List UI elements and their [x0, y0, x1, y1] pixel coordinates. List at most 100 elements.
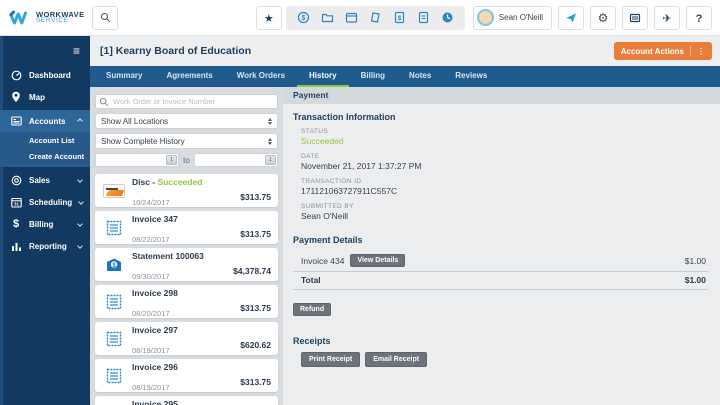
sidebar-item-label: Reporting [29, 241, 67, 251]
global-search-button[interactable] [92, 5, 118, 30]
sidebar-item-reporting[interactable]: Reporting [0, 235, 90, 257]
send-button[interactable] [558, 5, 584, 30]
page-title: [1] Kearny Board of Education [100, 45, 252, 57]
receipts-heading: Receipts [293, 336, 331, 346]
invoice-icon [103, 368, 125, 384]
history-filter-select[interactable]: Show Complete History [95, 133, 278, 149]
history-item-statement[interactable]: $ Statement 100063 09/30/2017 $4,378.74 [95, 248, 278, 281]
sidebar-item-sales[interactable]: Sales [0, 169, 90, 191]
invoice-icon [103, 294, 125, 310]
history-item-invoice[interactable]: Invoice 347 08/22/2017 $313.75 [95, 211, 278, 244]
date-to-input[interactable]: 1 [193, 153, 279, 167]
invoice-document-icon[interactable] [417, 11, 430, 24]
date-value: November 21, 2017 1:37:27 PM [301, 161, 422, 171]
status-value: Succeeded [301, 136, 344, 146]
history-item-title: Invoice 295 [132, 398, 178, 405]
history-item-invoice[interactable]: Invoice 297 08/19/2017 $620.62 [95, 322, 278, 355]
date-from-input[interactable]: 1 [95, 153, 180, 167]
sidebar-item-billing[interactable]: Billing [0, 213, 90, 235]
user-menu[interactable]: Sean O'Neill [472, 5, 552, 30]
payment-total-row: Total $1.00 [293, 272, 708, 290]
submitted-by-label: SUBMITTED BY [301, 203, 354, 210]
history-item-amount: $313.75 [240, 192, 271, 202]
select-arrows-icon [268, 117, 272, 125]
sidebar-item-account-list[interactable]: Account List [0, 132, 90, 148]
tab-history[interactable]: History [297, 66, 349, 87]
quick-access-toolbar: $ $ [285, 5, 465, 30]
history-item-date: 08/19/2017 [132, 382, 170, 392]
history-item-amount: $313.75 [240, 377, 271, 387]
sidebar-item-label: Accounts [29, 116, 66, 126]
avatar [476, 9, 494, 26]
sidebar-item-scheduling[interactable]: 31 Scheduling [0, 191, 90, 213]
history-filter-value: Show Complete History [101, 136, 185, 146]
user-name: Sean O'Neill [498, 13, 543, 22]
sidebar-item-accounts[interactable]: Accounts [0, 110, 90, 132]
history-item-title: Invoice 297 [132, 324, 178, 335]
calendar-icon[interactable] [345, 11, 358, 24]
total-label: Total [301, 275, 321, 285]
submitted-by-value: Sean O'Neill [301, 211, 348, 221]
calendar-picker-icon[interactable]: 1 [265, 155, 277, 165]
tab-billing[interactable]: Billing [349, 66, 397, 87]
account-actions-button[interactable]: Account Actions [613, 42, 712, 60]
history-item-status: Succeeded [157, 176, 203, 187]
print-receipt-button[interactable]: Print Receipt [301, 352, 361, 367]
calendar-picker-icon[interactable]: 1 [166, 155, 178, 165]
history-clock-icon[interactable] [441, 11, 454, 24]
sidebar-item-label: Map [29, 92, 45, 102]
receipt-icon[interactable] [369, 11, 382, 24]
tab-work-orders[interactable]: Work Orders [225, 66, 297, 87]
device-icon [629, 13, 641, 22]
view-details-button[interactable]: View Details [350, 254, 406, 267]
history-item-invoice[interactable]: Invoice 296 08/19/2017 $313.75 [95, 359, 278, 392]
favorites-button[interactable] [255, 5, 282, 30]
sidebar-item-create-account[interactable]: Create Account [0, 148, 90, 164]
transaction-id-label: TRANSACTION ID [301, 178, 362, 185]
sidebar-item-map[interactable]: Map [0, 86, 90, 108]
payment-line-item: Invoice 434 [301, 255, 345, 266]
paper-plane-icon [566, 13, 576, 22]
sidebar-item-dashboard[interactable]: Dashboard [0, 64, 90, 86]
history-item-title: Invoice 347 [132, 213, 178, 224]
help-button[interactable] [686, 5, 712, 30]
settings-button[interactable] [590, 5, 616, 30]
tab-summary[interactable]: Summary [94, 66, 154, 87]
tab-agreements[interactable]: Agreements [154, 66, 224, 87]
svg-text:$: $ [301, 15, 305, 22]
sidebar-item-label: Billing [29, 219, 54, 229]
chevron-down-icon [78, 199, 84, 205]
device-button[interactable] [622, 5, 648, 30]
history-item-payment[interactable]: Disc - Succeeded 10/24/2017 $313.75 [95, 174, 278, 207]
history-item-invoice[interactable]: Invoice 295 08/19/2017 $313.75 [95, 396, 278, 405]
flights-button[interactable] [654, 5, 680, 30]
money-icon[interactable]: $ [297, 11, 310, 24]
folder-icon[interactable] [321, 11, 334, 24]
button-divider [690, 46, 691, 56]
history-item-amount: $313.75 [240, 229, 271, 239]
status-field: STATUS Succeeded [293, 128, 708, 146]
search-input[interactable] [95, 94, 278, 109]
estimate-icon[interactable]: $ [393, 11, 406, 24]
transaction-id-value: 171121063727911C557C [301, 186, 398, 196]
payment-line-row: Invoice 434 View Details $1.00 [293, 251, 708, 272]
history-item-date: 09/30/2017 [132, 271, 170, 281]
chevron-down-icon [77, 243, 83, 249]
tab-reviews[interactable]: Reviews [443, 66, 499, 87]
search-icon [100, 12, 110, 23]
location-filter-select[interactable]: Show All Locations [95, 113, 278, 129]
history-item-invoice[interactable]: Invoice 298 08/20/2017 $313.75 [95, 285, 278, 318]
refund-button[interactable]: Refund [293, 303, 332, 316]
email-receipt-button[interactable]: Email Receipt [365, 352, 428, 367]
svg-text:$: $ [397, 15, 401, 22]
tab-notes[interactable]: Notes [397, 66, 443, 87]
history-list-panel: Show All Locations Show Complete History… [90, 87, 283, 405]
history-item-date: 08/20/2017 [132, 308, 170, 318]
collapse-menu-icon[interactable] [0, 36, 90, 64]
sales-icon [10, 175, 22, 186]
date-range-separator: to [183, 155, 190, 165]
date-range-filter: 1 to 1 [95, 153, 279, 167]
invoice-icon [103, 331, 125, 347]
history-item-date: 08/22/2017 [132, 234, 170, 244]
reporting-icon [10, 241, 22, 252]
